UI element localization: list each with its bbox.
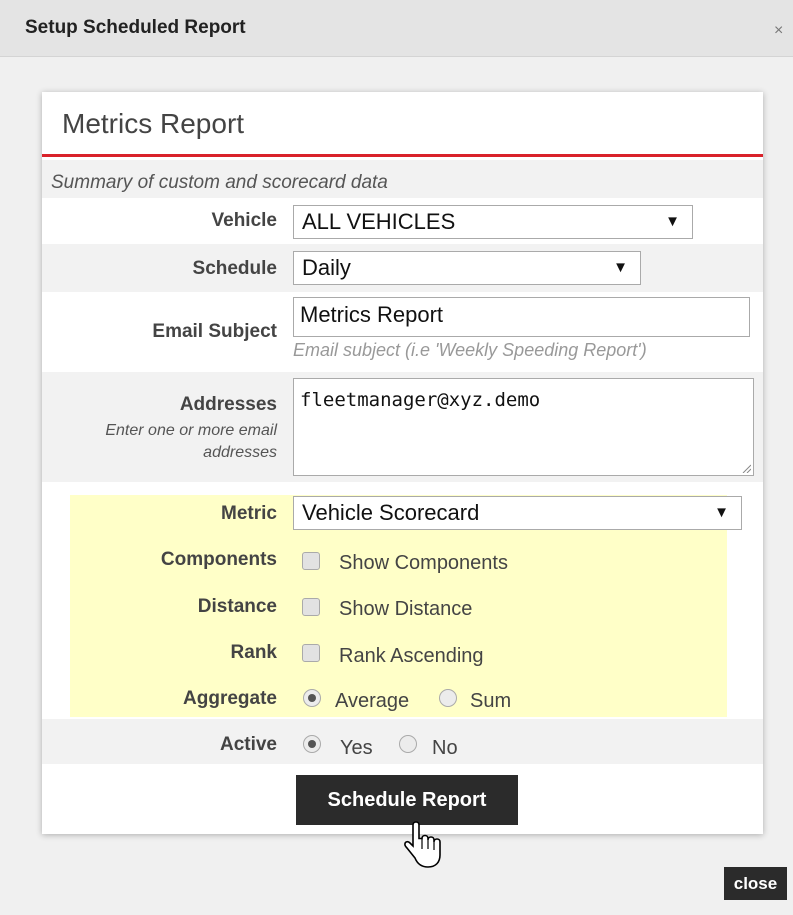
report-panel: Metrics Report Summary of custom and sco… xyxy=(42,92,763,834)
aggregate-average-radio[interactable] xyxy=(303,689,321,707)
show-components-checkbox[interactable] xyxy=(302,552,320,570)
active-yes-label: Yes xyxy=(340,737,373,759)
active-yes-radio[interactable] xyxy=(303,735,321,753)
rank-ascending-checkbox[interactable] xyxy=(302,644,320,662)
close-button[interactable]: close xyxy=(724,867,787,900)
rank-label: Rank xyxy=(230,642,277,663)
distance-label: Distance xyxy=(197,596,277,617)
report-description: Summary of custom and scorecard data xyxy=(51,172,388,193)
email-subject-hint: Email subject (i.e 'Weekly Speeding Repo… xyxy=(293,340,647,360)
aggregate-label: Aggregate xyxy=(183,688,277,709)
email-subject-input[interactable]: Metrics Report xyxy=(293,297,750,337)
dropdown-arrow-icon: ▼ xyxy=(665,213,680,230)
show-distance-label: Show Distance xyxy=(339,598,473,620)
aggregate-average-label: Average xyxy=(335,690,410,712)
active-label: Active xyxy=(219,734,277,755)
resize-handle-icon[interactable] xyxy=(741,463,751,473)
report-title: Metrics Report xyxy=(62,108,245,139)
vehicle-label: Vehicle xyxy=(211,210,278,231)
schedule-label: Schedule xyxy=(192,258,277,279)
vehicle-select-value: ALL VEHICLES xyxy=(302,209,456,234)
addresses-textarea[interactable]: fleetmanager@xyz.demo xyxy=(293,378,754,476)
rank-ascending-label: Rank Ascending xyxy=(339,645,484,667)
hand-cursor-icon xyxy=(404,821,441,868)
show-components-label: Show Components xyxy=(339,552,508,574)
email-subject-value: Metrics Report xyxy=(300,302,444,327)
aggregate-sum-label: Sum xyxy=(470,690,512,712)
dropdown-arrow-icon: ▼ xyxy=(613,259,628,276)
metric-select[interactable]: Vehicle Scorecard ▼ xyxy=(293,496,742,530)
show-distance-checkbox[interactable] xyxy=(302,598,320,616)
addresses-value: fleetmanager@xyz.demo xyxy=(300,389,541,411)
email-subject-label: Email Subject xyxy=(152,321,277,342)
vehicle-select[interactable]: ALL VEHICLES ▼ xyxy=(293,205,693,239)
addresses-sublabel: Enter one or more email addresses xyxy=(105,422,277,461)
close-icon[interactable]: × xyxy=(774,22,783,40)
metric-label: Metric xyxy=(221,503,277,524)
metric-select-value: Vehicle Scorecard xyxy=(302,500,480,525)
active-no-label: No xyxy=(432,737,458,759)
schedule-select-value: Daily xyxy=(302,255,351,280)
aggregate-sum-radio[interactable] xyxy=(439,689,457,707)
title-divider xyxy=(42,154,763,157)
addresses-label: Addresses xyxy=(179,394,277,415)
active-no-radio[interactable] xyxy=(399,735,417,753)
dialog-title: Setup Scheduled Report xyxy=(25,17,246,38)
dropdown-arrow-icon: ▼ xyxy=(714,504,729,521)
dialog-titlebar: Setup Scheduled Report × xyxy=(0,0,793,57)
components-label: Components xyxy=(160,549,277,570)
schedule-select[interactable]: Daily ▼ xyxy=(293,251,641,285)
schedule-report-button[interactable]: Schedule Report xyxy=(296,775,518,825)
